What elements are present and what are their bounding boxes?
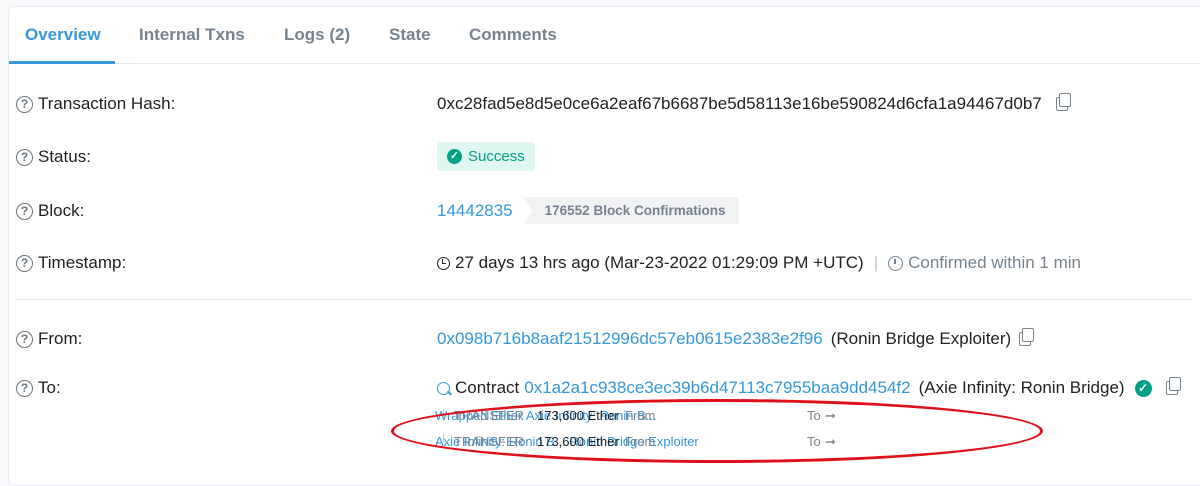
timestamp-label-text: Timestamp: [38,253,127,272]
active-tab-indicator [9,61,115,64]
status-badge-text: Success [468,148,525,165]
tab-state[interactable]: State [389,25,431,45]
question-circle-icon[interactable]: ? [16,330,33,348]
tab-bar: Overview Internal Txns Logs (2) State Co… [9,7,1200,64]
check-circle-icon: ✓ [447,149,462,164]
transaction-hash-label-text: Transaction Hash: [38,94,176,113]
clock-icon [437,256,450,270]
to-label-text: To: [38,378,61,397]
verified-check-icon: ✓ [1134,379,1152,397]
question-circle-icon[interactable]: ? [16,202,33,220]
to-contract-prefix: Contract [455,378,520,397]
from-name: (Ronin Bridge Exploiter) [830,329,1012,348]
copy-icon[interactable] [1055,93,1071,111]
stopwatch-icon [888,255,904,271]
transaction-hash-label: ? Transaction Hash: [16,94,175,114]
section-divider [16,299,1192,300]
transaction-hash-text: 0xc28fad5e8d5e0ce6a2eaf67b6687be5d58113e… [437,94,1042,113]
question-circle-icon[interactable]: ? [16,254,33,272]
to-name: (Axie Infinity: Ronin Bridge) [918,378,1125,397]
copy-icon[interactable] [1019,328,1035,346]
question-circle-icon[interactable]: ? [16,95,33,113]
timestamp-label: ? Timestamp: [16,253,126,273]
tab-comments[interactable]: Comments [469,25,557,45]
from-value: 0x098b716b8aaf21512996dc57eb0615e2383e2f… [437,328,1035,349]
to-value: Contract 0x1a2a1c938ce3ec39b6d47113c7955… [437,377,1181,398]
transaction-hash-value: 0xc28fad5e8d5e0ce6a2eaf67b6687be5d58113e… [437,93,1071,114]
to-label: ? To: [16,378,61,398]
from-label: ? From: [16,329,82,349]
status-badge: ✓ Success [437,142,535,171]
from-address-link[interactable]: 0x098b716b8aaf21512996dc57eb0615e2383e2f… [437,329,823,349]
status-label: ? Status: [16,147,91,167]
question-circle-icon[interactable]: ? [16,148,33,166]
timestamp-value: 27 days 13 hrs ago (Mar-23-2022 01:29:09… [437,253,1081,273]
from-label-text: From: [38,329,83,348]
status-label-text: Status: [38,147,91,166]
question-circle-icon[interactable]: ? [16,379,33,397]
copy-icon[interactable] [1165,377,1181,395]
tab-internal-txns[interactable]: Internal Txns [139,25,245,45]
block-label-text: Block: [38,201,85,220]
contract-search-icon [437,381,450,395]
tab-overview[interactable]: Overview [25,25,101,45]
block-number-link[interactable]: 14442835 [437,201,513,221]
block-confirmations-badge: 176552 Block Confirmations [522,197,740,225]
timestamp-text: 27 days 13 hrs ago (Mar-23-2022 01:29:09… [455,253,864,272]
block-label: ? Block: [16,201,84,221]
separator: | [873,253,879,272]
tab-logs[interactable]: Logs (2) [284,25,350,45]
highlight-annotation-oval [391,399,1043,463]
to-address-link[interactable]: 0x1a2a1c938ce3ec39b6d47113c7955baa9dd454… [524,378,910,398]
confirmed-within-text: Confirmed within 1 min [908,253,1082,272]
block-value: 14442835 176552 Block Confirmations [437,197,740,225]
status-value: ✓ Success [437,142,535,171]
